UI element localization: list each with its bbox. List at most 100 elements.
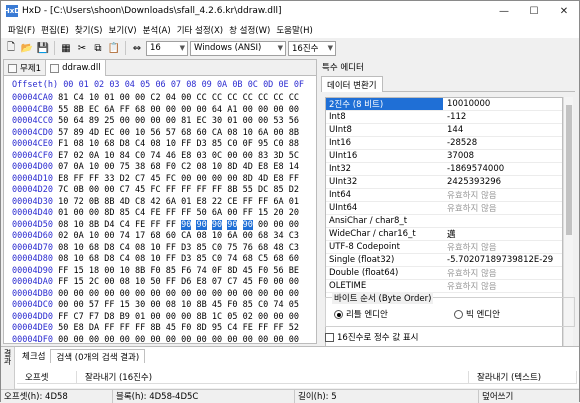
hex-byte[interactable]: 85 bbox=[196, 254, 206, 264]
hex-byte[interactable]: 68 bbox=[89, 254, 99, 264]
hex-byte[interactable]: 00 bbox=[181, 105, 191, 115]
hex-int-checkbox[interactable]: 16진수로 정수 값 표시 bbox=[325, 331, 418, 343]
hex-byte[interactable]: 46 bbox=[166, 151, 176, 161]
inspector-row[interactable]: WideChar / char16_t 邁 bbox=[326, 228, 562, 241]
hex-row[interactable]: 00004D10 E8 FF FF 33 D2 C7 45 FC 00 00 0… bbox=[12, 174, 299, 186]
inspector-value[interactable]: 유효하지 않음 bbox=[443, 241, 562, 253]
hex-byte[interactable]: 15 bbox=[258, 208, 268, 218]
checkbox-box[interactable] bbox=[325, 332, 334, 342]
hex-byte[interactable]: 04 bbox=[166, 93, 176, 103]
inspector-row[interactable]: Single (float32) -5.70207189739812E-29 bbox=[326, 254, 562, 267]
hex-byte[interactable]: 00 bbox=[196, 105, 206, 115]
hex-byte[interactable]: 5C bbox=[289, 151, 299, 161]
inspector-row[interactable]: Int8 -112 bbox=[326, 111, 562, 124]
hex-byte[interactable]: 00 bbox=[150, 300, 160, 310]
hex-byte[interactable]: 6A bbox=[273, 197, 283, 207]
hex-byte[interactable]: 57 bbox=[166, 128, 176, 138]
hex-byte[interactable]: 56 bbox=[273, 266, 283, 276]
hex-byte[interactable]: 10 bbox=[120, 266, 130, 276]
hex-byte[interactable]: 00 bbox=[58, 289, 68, 299]
hex-byte[interactable]: 01 bbox=[289, 197, 299, 207]
save-all-icon[interactable]: ▦ bbox=[59, 41, 73, 55]
hex-byte[interactable]: 48 bbox=[273, 243, 283, 253]
tab-data-inspector[interactable]: 데이터 변환기 bbox=[321, 76, 383, 92]
hex-byte[interactable]: D8 bbox=[120, 139, 130, 149]
hex-byte[interactable]: FF bbox=[104, 323, 114, 333]
hex-byte[interactable]: 00 bbox=[89, 185, 99, 195]
hex-byte[interactable]: 81 bbox=[181, 116, 191, 126]
hex-byte[interactable]: 00 bbox=[196, 289, 206, 299]
hex-byte[interactable]: 00 bbox=[258, 335, 268, 344]
hex-byte[interactable]: F6 bbox=[181, 266, 191, 276]
hex-byte[interactable]: 00 bbox=[258, 220, 268, 230]
hex-byte[interactable]: FF bbox=[89, 174, 99, 184]
hex-byte[interactable]: 8B bbox=[289, 128, 299, 138]
tab-search-results[interactable]: 검색 (0개의 검색 결과) bbox=[50, 349, 146, 363]
hex-byte[interactable]: CC bbox=[273, 93, 283, 103]
hex-byte[interactable]: 18 bbox=[89, 266, 99, 276]
hex-byte[interactable]: 00 bbox=[289, 289, 299, 299]
hex-byte[interactable]: 00 bbox=[273, 277, 283, 287]
hex-byte[interactable]: 3D bbox=[273, 151, 283, 161]
hex-byte[interactable]: B9 bbox=[120, 312, 130, 322]
hex-byte[interactable]: 22 bbox=[212, 197, 222, 207]
inspector-value[interactable]: 144 bbox=[443, 125, 562, 135]
hex-byte[interactable]: 0B bbox=[89, 197, 99, 207]
hex-byte[interactable]: FF bbox=[150, 220, 160, 230]
offset-base-select[interactable]: 16진수 ▼ bbox=[288, 40, 336, 56]
hex-byte[interactable]: 00 bbox=[273, 105, 283, 115]
hex-byte[interactable]: 8B bbox=[135, 266, 145, 276]
hex-byte[interactable]: 53 bbox=[273, 116, 283, 126]
hex-byte[interactable]: 34 bbox=[273, 231, 283, 241]
hex-byte[interactable]: A1 bbox=[227, 105, 237, 115]
hex-byte[interactable]: CA bbox=[181, 231, 191, 241]
hex-byte[interactable]: 0A bbox=[73, 231, 83, 241]
hex-byte[interactable]: 00 bbox=[166, 116, 176, 126]
hex-byte[interactable]: 68 bbox=[104, 139, 114, 149]
hex-row[interactable]: 00004DF0 00 00 00 00 00 00 00 00 00 00 0… bbox=[12, 335, 299, 344]
inspector-row[interactable]: UInt64 유효하지 않음 bbox=[326, 202, 562, 215]
hex-byte[interactable]: 00 bbox=[104, 335, 114, 344]
hex-byte[interactable]: 95 bbox=[212, 323, 222, 333]
hex-byte[interactable]: 00 bbox=[58, 335, 68, 344]
hex-byte[interactable]: 8D bbox=[104, 208, 114, 218]
hex-byte[interactable]: C7 bbox=[73, 312, 83, 322]
hex-row[interactable]: 00004D30 10 72 0B 8B 4D C8 42 6A 01 E8 2… bbox=[12, 197, 299, 209]
hex-byte[interactable]: 74 bbox=[196, 266, 206, 276]
hex-byte[interactable]: 10 bbox=[166, 139, 176, 149]
hex-byte-selected[interactable]: 90 bbox=[211, 219, 223, 230]
hex-byte[interactable]: 42 bbox=[150, 197, 160, 207]
hex-byte-selected[interactable]: 90 bbox=[242, 219, 253, 230]
hex-byte[interactable]: 8D bbox=[227, 162, 237, 172]
hex-byte[interactable]: 85 bbox=[212, 139, 222, 149]
hex-byte[interactable]: 83 bbox=[258, 151, 268, 161]
column-offset[interactable]: 오프셋 bbox=[17, 370, 77, 384]
inspector-row[interactable]: Int16 -28528 bbox=[326, 137, 562, 150]
hex-byte[interactable]: 10 bbox=[89, 162, 99, 172]
hex-byte[interactable]: 68 bbox=[273, 254, 283, 264]
hex-byte[interactable]: C7 bbox=[135, 174, 145, 184]
hex-byte[interactable]: 6A bbox=[166, 197, 176, 207]
hex-byte[interactable]: F0 bbox=[150, 266, 160, 276]
hex-byte[interactable]: 0C bbox=[212, 151, 222, 161]
menu-window[interactable]: 창 설정(W) bbox=[226, 24, 273, 36]
hex-byte[interactable]: 00 bbox=[104, 185, 114, 195]
hex-byte[interactable]: C0 bbox=[273, 139, 283, 149]
hex-byte[interactable]: FF bbox=[181, 185, 191, 195]
hex-byte[interactable]: E8 bbox=[196, 197, 206, 207]
hex-byte[interactable]: 00 bbox=[150, 105, 160, 115]
hex-byte[interactable]: 05 bbox=[289, 300, 299, 310]
hex-byte[interactable]: 0F bbox=[212, 266, 222, 276]
hex-byte[interactable]: 00 bbox=[181, 312, 191, 322]
hex-byte[interactable]: 07 bbox=[58, 162, 68, 172]
hex-byte[interactable]: 15 bbox=[73, 266, 83, 276]
hex-byte[interactable]: C2 bbox=[150, 93, 160, 103]
hex-byte[interactable]: 81 bbox=[58, 93, 68, 103]
hex-byte[interactable]: 10 bbox=[73, 243, 83, 253]
hex-byte[interactable]: 00 bbox=[181, 335, 191, 344]
hex-byte[interactable]: 8B bbox=[227, 185, 237, 195]
hex-byte[interactable]: E8 bbox=[196, 277, 206, 287]
hex-byte[interactable]: 00 bbox=[135, 335, 145, 344]
hex-byte[interactable]: 68 bbox=[243, 254, 253, 264]
hex-byte[interactable]: 00 bbox=[227, 335, 237, 344]
